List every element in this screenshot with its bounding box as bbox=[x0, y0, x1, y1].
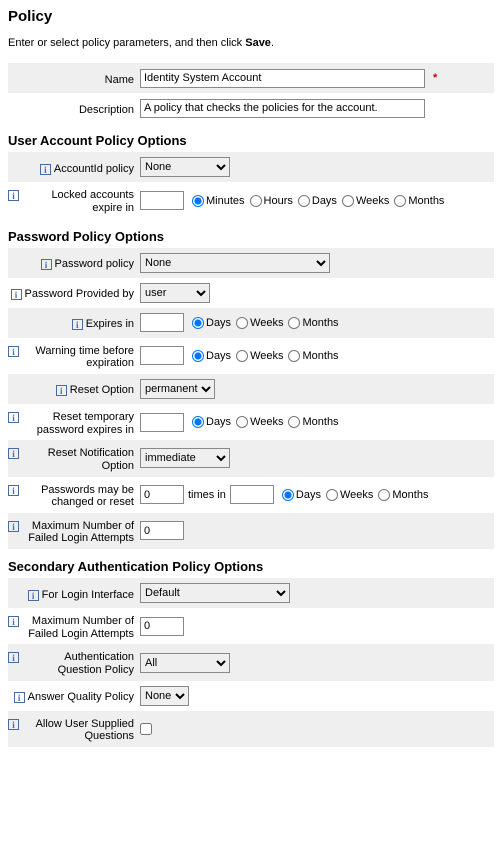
unit-months-radio[interactable] bbox=[378, 489, 390, 501]
unit-days-radio[interactable] bbox=[192, 317, 204, 329]
password-policy-select[interactable]: None bbox=[140, 253, 330, 273]
answer-quality-select[interactable]: None bbox=[140, 686, 189, 706]
unit-months-radio[interactable] bbox=[288, 350, 300, 362]
info-icon[interactable]: i bbox=[41, 259, 52, 270]
password-changes-period-input[interactable] bbox=[230, 485, 274, 504]
page-title: Policy bbox=[8, 8, 494, 25]
unit-minutes-radio[interactable] bbox=[192, 195, 204, 207]
reset-option-label: Reset Option bbox=[70, 384, 134, 396]
info-icon[interactable]: i bbox=[8, 521, 19, 532]
unit-days-radio[interactable] bbox=[282, 489, 294, 501]
row-max-failed-sec: i Maximum Number of Failed Login Attempt… bbox=[8, 608, 494, 644]
info-icon[interactable]: i bbox=[8, 652, 19, 663]
auth-question-select[interactable]: All bbox=[140, 653, 230, 673]
login-interface-label: For Login Interface bbox=[42, 589, 134, 601]
provided-by-select[interactable]: user bbox=[140, 283, 210, 303]
row-password-policy: i Password policy None bbox=[8, 248, 494, 278]
password-changes-label: Passwords may be changed or reset bbox=[22, 484, 134, 509]
reset-temp-label: Reset temporary password expires in bbox=[22, 411, 134, 436]
unit-weeks-radio[interactable] bbox=[342, 195, 354, 207]
row-allow-user-questions: i Allow User Supplied Questions bbox=[8, 711, 494, 747]
warning-time-label: Warning time before expiration bbox=[22, 345, 134, 370]
unit-months-radio[interactable] bbox=[394, 195, 406, 207]
row-accountid-policy: i AccountId policy None bbox=[8, 152, 494, 182]
unit-weeks-radio[interactable] bbox=[236, 350, 248, 362]
provided-by-label: Password Provided by bbox=[25, 288, 134, 301]
info-icon[interactable]: i bbox=[8, 448, 19, 459]
section-password: Password Policy Options bbox=[8, 229, 494, 244]
unit-days-radio[interactable] bbox=[298, 195, 310, 207]
reset-temp-input[interactable] bbox=[140, 413, 184, 432]
accountid-policy-select[interactable]: None bbox=[140, 157, 230, 177]
reset-notification-select[interactable]: immediate bbox=[140, 448, 230, 468]
info-icon[interactable]: i bbox=[11, 289, 22, 300]
row-warning-time: i Warning time before expiration Days We… bbox=[8, 338, 494, 374]
password-changes-count-input[interactable] bbox=[140, 485, 184, 504]
times-in-text: times in bbox=[188, 489, 226, 501]
row-answer-quality: i Answer Quality Policy None bbox=[8, 681, 494, 711]
password-policy-label: Password policy bbox=[55, 258, 134, 270]
section-user-account: User Account Policy Options bbox=[8, 133, 494, 148]
expires-in-label: Expires in bbox=[86, 318, 134, 330]
unit-hours-radio[interactable] bbox=[250, 195, 262, 207]
info-icon[interactable]: i bbox=[8, 412, 19, 423]
row-locked-expire: i Locked accounts expire in Minutes Hour… bbox=[8, 182, 494, 218]
row-reset-notification: i Reset Notification Option immediate bbox=[8, 440, 494, 476]
info-icon[interactable]: i bbox=[14, 692, 25, 703]
row-password-changes: i Passwords may be changed or reset time… bbox=[8, 477, 494, 513]
expires-in-input[interactable] bbox=[140, 313, 184, 332]
reset-notification-label: Reset Notification Option bbox=[22, 447, 134, 472]
unit-months-radio[interactable] bbox=[288, 317, 300, 329]
locked-expire-label: Locked accounts expire in bbox=[22, 189, 134, 214]
row-reset-temp-expire: i Reset temporary password expires in Da… bbox=[8, 404, 494, 440]
row-auth-question-policy: i Authentication Question Policy All bbox=[8, 644, 494, 680]
info-icon[interactable]: i bbox=[8, 346, 19, 357]
description-input[interactable] bbox=[140, 99, 425, 118]
unit-days-radio[interactable] bbox=[192, 416, 204, 428]
row-max-failed-pwd: i Maximum Number of Failed Login Attempt… bbox=[8, 513, 494, 549]
info-icon[interactable]: i bbox=[8, 719, 19, 730]
max-failed-label: Maximum Number of Failed Login Attempts bbox=[22, 520, 134, 545]
name-label: Name bbox=[105, 74, 134, 86]
reset-option-select[interactable]: permanent bbox=[140, 379, 215, 399]
unit-weeks-radio[interactable] bbox=[236, 317, 248, 329]
unit-months-radio[interactable] bbox=[288, 416, 300, 428]
name-input[interactable] bbox=[140, 69, 425, 88]
warning-time-input[interactable] bbox=[140, 346, 184, 365]
row-expires-in: i Expires in Days Weeks Months bbox=[8, 308, 494, 338]
info-icon[interactable]: i bbox=[72, 319, 83, 330]
info-icon[interactable]: i bbox=[40, 164, 51, 175]
max-failed-sec-input[interactable] bbox=[140, 617, 184, 636]
answer-quality-label: Answer Quality Policy bbox=[28, 691, 134, 704]
row-description: Description bbox=[8, 93, 494, 123]
auth-question-label: Authentication Question Policy bbox=[22, 651, 134, 676]
accountid-policy-label: AccountId policy bbox=[54, 163, 134, 175]
max-failed-input[interactable] bbox=[140, 521, 184, 540]
allow-user-questions-label: Allow User Supplied Questions bbox=[22, 718, 134, 743]
login-interface-select[interactable]: Default bbox=[140, 583, 290, 603]
info-icon[interactable]: i bbox=[56, 385, 67, 396]
page-intro: Enter or select policy parameters, and t… bbox=[8, 36, 494, 51]
max-failed-sec-label: Maximum Number of Failed Login Attempts bbox=[22, 615, 134, 640]
info-icon[interactable]: i bbox=[8, 485, 19, 496]
row-reset-option: i Reset Option permanent bbox=[8, 374, 494, 404]
allow-user-questions-checkbox[interactable] bbox=[140, 723, 152, 735]
row-provided-by: i Password Provided by user bbox=[8, 278, 494, 308]
row-login-interface: i For Login Interface Default bbox=[8, 578, 494, 608]
required-mark: * bbox=[433, 72, 437, 84]
info-icon[interactable]: i bbox=[8, 616, 19, 627]
locked-expire-input[interactable] bbox=[140, 191, 184, 210]
row-name: Name * bbox=[8, 63, 494, 93]
info-icon[interactable]: i bbox=[28, 590, 39, 601]
unit-weeks-radio[interactable] bbox=[326, 489, 338, 501]
unit-weeks-radio[interactable] bbox=[236, 416, 248, 428]
unit-days-radio[interactable] bbox=[192, 350, 204, 362]
section-secondary-auth: Secondary Authentication Policy Options bbox=[8, 559, 494, 574]
locked-expire-units: Minutes Hours Days Weeks Months bbox=[192, 195, 447, 207]
description-label: Description bbox=[79, 104, 134, 116]
info-icon[interactable]: i bbox=[8, 190, 19, 201]
